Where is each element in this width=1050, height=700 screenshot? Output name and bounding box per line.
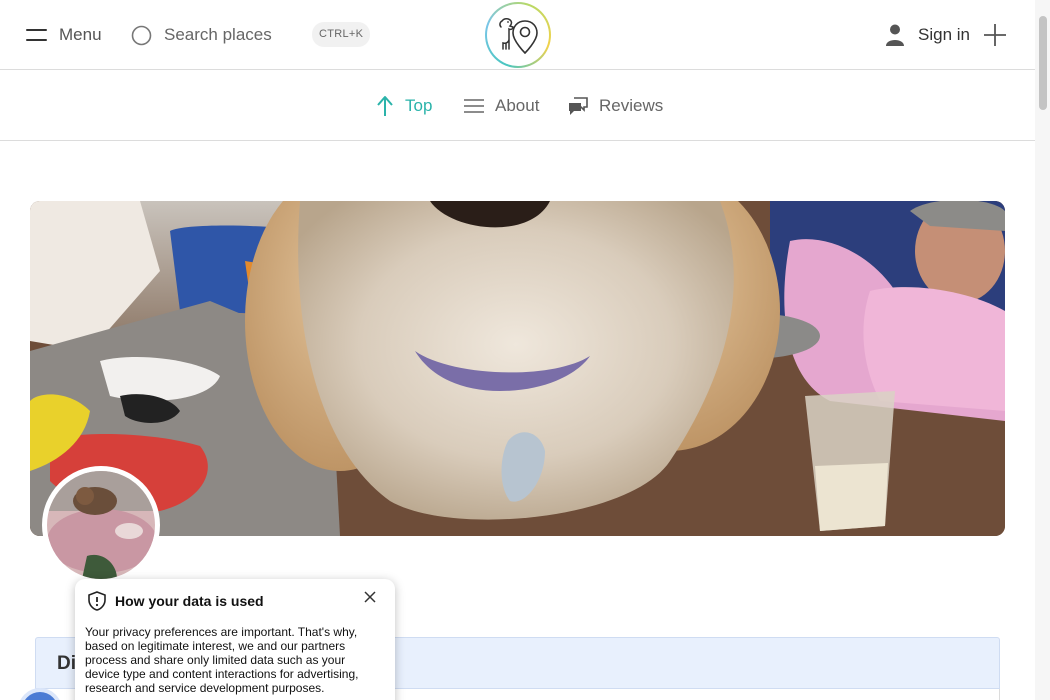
top-bar: Menu Search places CTRL+K Sign in — [0, 0, 1035, 70]
shield-icon — [88, 591, 106, 611]
tab-reviews-label: Reviews — [599, 96, 664, 115]
search-icon — [131, 25, 152, 45]
tab-top[interactable]: Top — [375, 95, 432, 117]
sign-in-label: Sign in — [918, 25, 970, 44]
page: Menu Search places CTRL+K Sign in Top Ab… — [0, 0, 1050, 700]
section-title: Di — [57, 653, 76, 674]
search-placeholder: Search places — [164, 25, 272, 44]
lines-icon — [464, 99, 484, 113]
user-icon — [886, 24, 904, 46]
tab-about[interactable]: About — [463, 95, 539, 117]
privacy-notice-title: How your data is used — [115, 593, 264, 609]
privacy-notice-header: How your data is used — [88, 591, 264, 611]
menu-button[interactable]: Menu — [26, 22, 102, 48]
search-shortcut-badge: CTRL+K — [312, 22, 371, 47]
dog-pin-logo-icon — [499, 18, 538, 55]
privacy-notice-popup: How your data is used Your privacy prefe… — [75, 579, 395, 700]
avatar-photo — [47, 471, 155, 579]
privacy-notice-text: Your privacy preferences are important. … — [85, 625, 359, 695]
cover-photo — [30, 201, 1005, 536]
sign-in-button[interactable]: Sign in — [884, 22, 970, 48]
section-tabs: Top About Reviews — [0, 71, 1035, 141]
arrow-up-icon — [377, 96, 393, 116]
tab-top-label: Top — [405, 96, 433, 115]
close-icon[interactable] — [363, 590, 377, 604]
scrollbar-thumb[interactable] — [1039, 16, 1047, 110]
hamburger-icon — [26, 29, 47, 41]
chat-bubbles-icon — [569, 97, 588, 115]
scrollbar[interactable] — [1035, 0, 1050, 700]
add-icon[interactable] — [983, 23, 1007, 47]
search-box[interactable]: Search places — [131, 22, 272, 48]
dog-photo — [30, 201, 1005, 536]
profile-avatar[interactable] — [42, 466, 160, 584]
tab-about-label: About — [495, 96, 540, 115]
menu-label: Menu — [59, 25, 102, 44]
site-logo[interactable] — [485, 2, 551, 68]
tab-reviews[interactable]: Reviews — [567, 95, 663, 117]
